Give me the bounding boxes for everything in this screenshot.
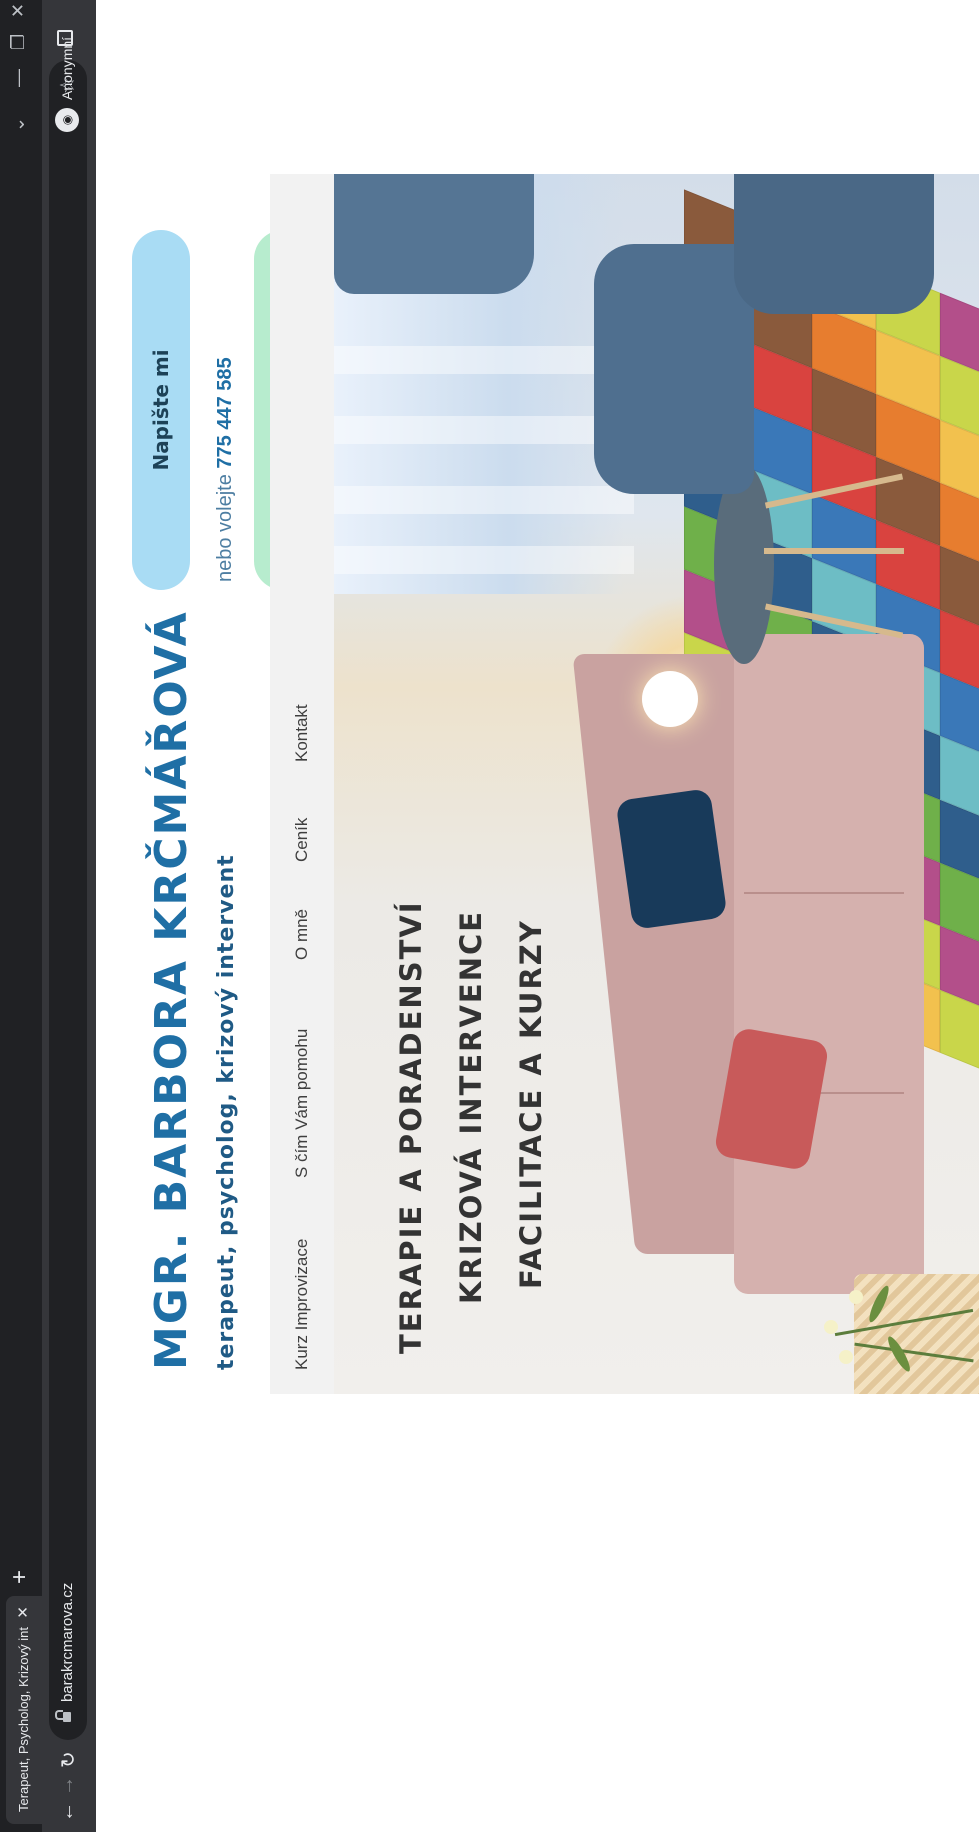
- nav-item-kontakt[interactable]: Kontakt: [292, 704, 312, 762]
- tab-title: Terapeut, Psycholog, Krizový interv: [16, 1627, 31, 1812]
- navy-pillow: [615, 788, 728, 930]
- wicker-basket: [854, 1274, 979, 1394]
- blue-armchair: [734, 174, 934, 314]
- tab-close-icon[interactable]: ✕: [14, 1606, 32, 1619]
- forward-arrow-icon[interactable]: →: [56, 1776, 79, 1796]
- hero-line-therapy: TERAPIE A PORADENSTVÍ: [394, 900, 428, 1354]
- incognito-profile[interactable]: ◉ Anonymní: [55, 37, 79, 132]
- globe-lamp: [642, 671, 698, 727]
- address-bar[interactable]: barakrcmarova.cz ☆: [49, 60, 87, 1740]
- side-table: [714, 464, 774, 664]
- lock-icon: [55, 1710, 71, 1722]
- blue-armchair: [334, 174, 534, 294]
- rotated-screen: Terapeut, Psycholog, Krizový interv ✕ + …: [0, 0, 979, 1832]
- curtain: [334, 546, 634, 574]
- browser-tab[interactable]: Terapeut, Psycholog, Krizový interv ✕: [6, 1596, 42, 1824]
- write-me-button[interactable]: Napište mi: [132, 230, 190, 590]
- phone-prefix: nebo volejte: [214, 474, 236, 582]
- reload-icon[interactable]: ↻: [56, 1751, 81, 1768]
- minimize-icon[interactable]: —: [8, 69, 29, 87]
- sofa-seat: [734, 634, 924, 1294]
- nav-item-o-mne[interactable]: O mně: [292, 909, 312, 960]
- nav-item-kurz-improvizace[interactable]: Kurz Improvizace: [292, 1239, 312, 1370]
- site-tagline: terapeut, psycholog, krizový intervent: [214, 854, 239, 1370]
- nav-item-s-cim-vam-pomohu[interactable]: S čím Vám pomohu: [292, 1029, 312, 1178]
- phone-number[interactable]: 775 447 585: [214, 357, 236, 468]
- main-nav: Kurz Improvizace S čím Vám pomohu O mně …: [270, 174, 334, 1394]
- close-window-icon[interactable]: ✕: [8, 3, 29, 18]
- flower: [824, 1320, 838, 1334]
- flower: [849, 1290, 863, 1304]
- phone-line: nebo volejte 775 447 585: [214, 357, 237, 582]
- table-leg: [764, 548, 904, 554]
- sofa-seam: [744, 892, 904, 894]
- browser-toolbar: ← → ↻ barakrcmarova.cz ☆ ◉ Anonymní: [42, 0, 96, 1832]
- restore-icon[interactable]: ❐: [8, 34, 29, 50]
- new-tab-button[interactable]: +: [6, 1570, 33, 1584]
- profile-label: Anonymní: [59, 36, 75, 100]
- flower: [839, 1350, 853, 1364]
- blue-armchair: [594, 244, 754, 494]
- curtain: [334, 346, 634, 374]
- web-page: MGR. BARBORA KRČMÁŘOVÁ terapeut, psychol…: [96, 0, 979, 1832]
- tab-search-chevron-icon[interactable]: ⌄: [8, 117, 29, 132]
- nav-item-cenik[interactable]: Ceník: [292, 818, 312, 862]
- hero-banner: TERAPIE A PORADENSTVÍ KRIZOVÁ INTERVENCE…: [334, 174, 979, 1394]
- curtain: [334, 416, 634, 444]
- incognito-icon: ◉: [55, 108, 79, 132]
- site-logo-name[interactable]: MGR. BARBORA KRČMÁŘOVÁ: [146, 610, 197, 1370]
- back-arrow-icon[interactable]: ←: [56, 1802, 79, 1822]
- tab-strip: Terapeut, Psycholog, Krizový interv ✕ + …: [0, 0, 42, 1832]
- url-text[interactable]: barakrcmarova.cz: [59, 1583, 76, 1702]
- hero-line-crisis: KRIZOVÁ INTERVENCE: [454, 909, 488, 1304]
- curtain: [334, 486, 634, 514]
- hero-line-facilitation: FACILITACE A KURZY: [514, 919, 548, 1289]
